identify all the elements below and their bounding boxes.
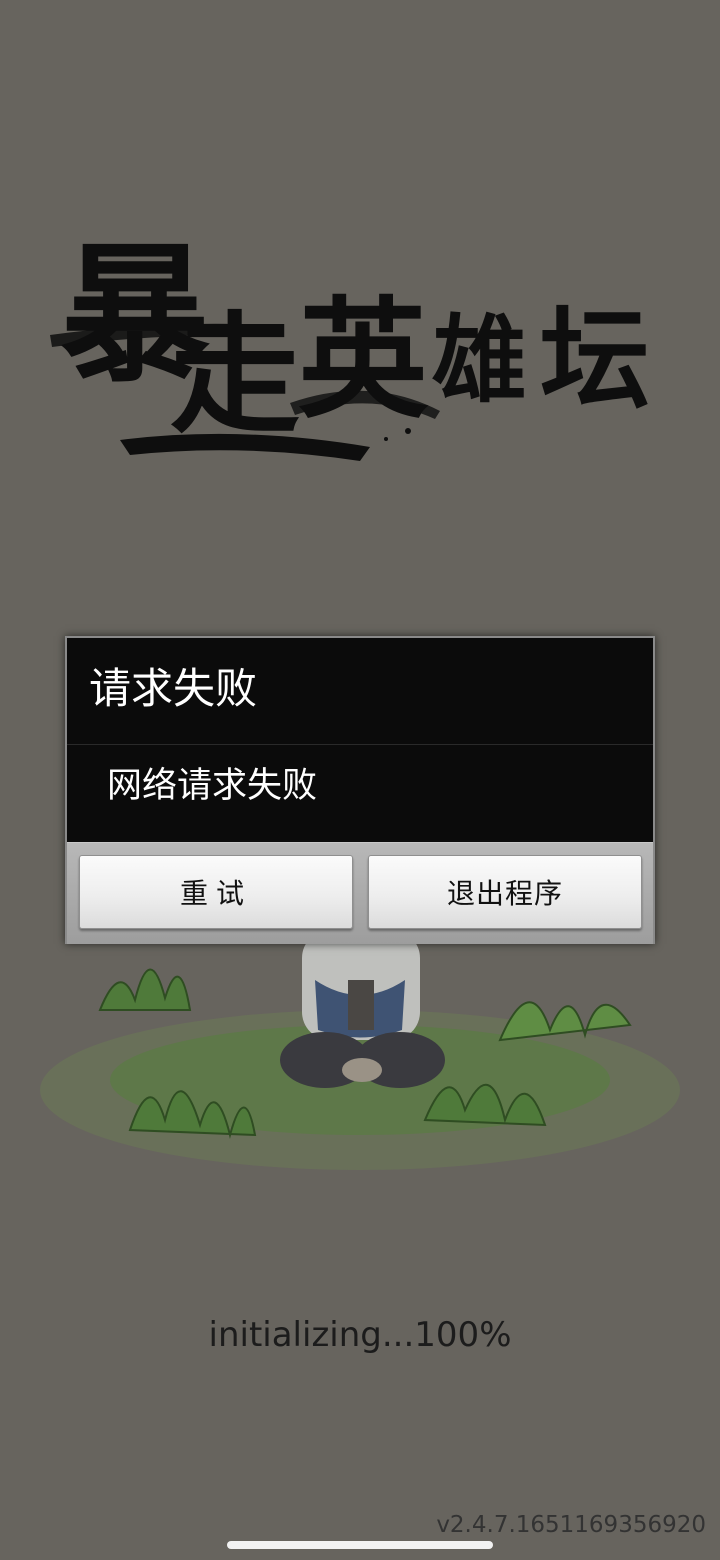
dialog-title: 请求失败 — [89, 664, 258, 713]
logo-char-5: 坛 — [540, 295, 650, 424]
dialog-message: 网络请求失败 — [107, 766, 318, 806]
dialog-divider — [67, 744, 653, 745]
logo-char-3: 英 — [298, 283, 429, 436]
dialog-button-bar: 重试 退出程序 — [67, 842, 653, 944]
error-dialog: 请求失败 网络请求失败 重试 退出程序 — [65, 636, 655, 944]
loading-status: initializing...100% — [208, 1315, 512, 1355]
retry-button[interactable]: 重试 — [79, 855, 353, 929]
game-logo: 暴 走 英 雄 坛 — [40, 225, 680, 475]
logo-char-2: 走 — [170, 298, 301, 451]
exit-program-button[interactable]: 退出程序 — [368, 855, 642, 929]
home-indicator[interactable] — [227, 1541, 493, 1549]
game-screen: 暴 走 英 雄 坛 请求失败 网络请求失败 重试 退出程序 initializi… — [0, 0, 720, 1560]
logo-char-4: 雄 — [432, 305, 528, 416]
version-label: v2.4.7.1651169356920 — [436, 1512, 706, 1538]
